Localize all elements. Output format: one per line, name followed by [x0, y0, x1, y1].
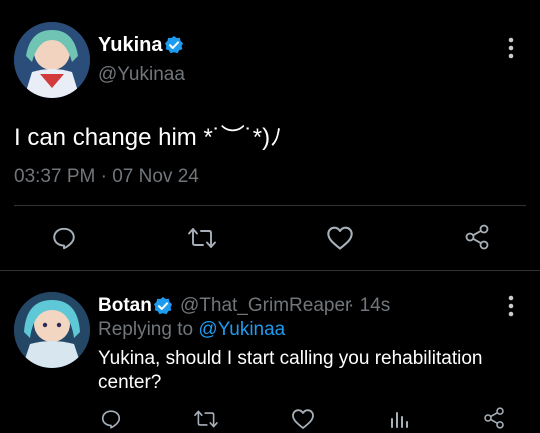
- reply-more-options-icon[interactable]: [497, 292, 525, 320]
- reply-text-line1: Yukina, should I start calling you rehab…: [98, 348, 483, 369]
- share-icon[interactable]: [460, 220, 494, 254]
- verified-badge-icon: [164, 35, 184, 55]
- replying-to-prefix: Replying to: [98, 319, 194, 340]
- reply-avatar[interactable]: [14, 292, 90, 368]
- replying-to-handle-link[interactable]: @Yukinaa: [198, 319, 285, 340]
- reply-icon[interactable]: [48, 222, 80, 254]
- retweet-icon[interactable]: [185, 222, 219, 254]
- divider: [14, 205, 526, 206]
- author-handle[interactable]: @Yukinaa: [98, 64, 185, 86]
- reply-action-like-icon[interactable]: [290, 406, 316, 432]
- avatar[interactable]: [14, 22, 90, 98]
- author-name[interactable]: Yukina: [98, 34, 162, 57]
- reply-text-line2: center?: [98, 372, 162, 393]
- reply-timestamp: · 14s: [348, 295, 391, 316]
- reply-author-name[interactable]: Botan: [98, 295, 152, 317]
- reply-action-share-icon[interactable]: [480, 404, 508, 432]
- verified-badge-icon: [153, 296, 173, 316]
- reply-action-stats-icon[interactable]: [386, 406, 412, 432]
- reply-action-reply-icon[interactable]: [98, 406, 124, 432]
- reply-action-retweet-icon[interactable]: [192, 406, 220, 432]
- replying-to-line: Replying to @Yukinaa: [98, 319, 285, 341]
- section-divider: [0, 270, 540, 271]
- tweet-text: I can change him *˙︶˙*)ﾉ: [14, 124, 283, 151]
- like-icon[interactable]: [324, 222, 356, 254]
- more-options-icon[interactable]: [497, 34, 525, 62]
- reply-author-handle[interactable]: @That_GrimReaper: [180, 295, 351, 317]
- tweet-timestamp: 03:37 PM · 07 Nov 24: [14, 166, 199, 187]
